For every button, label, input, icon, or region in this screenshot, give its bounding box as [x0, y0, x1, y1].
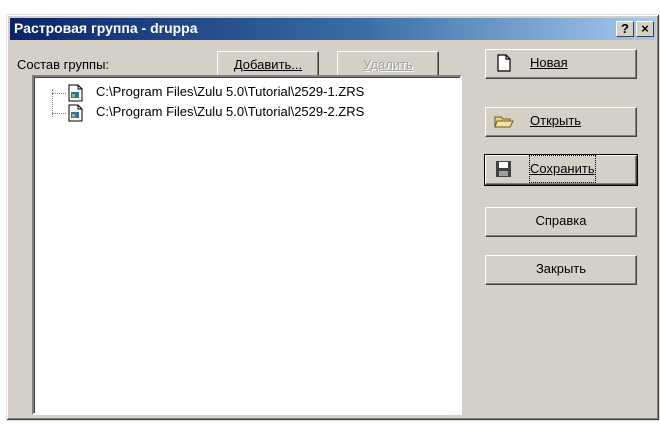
help-button[interactable]: ? [616, 21, 634, 37]
tree-branch [52, 113, 66, 114]
save-button[interactable]: Сохранить [484, 154, 638, 186]
remove-button-label: Удалить [363, 57, 413, 72]
new-document-icon [497, 54, 511, 72]
window-title: Растровая группа - druppa [14, 20, 198, 36]
close-button[interactable]: Закрыть [485, 255, 637, 285]
new-button-label: Новая [530, 55, 568, 70]
file-path: C:\Program Files\Zulu 5.0\Tutorial\2529-… [96, 84, 365, 99]
save-button-label: Сохранить [529, 155, 596, 183]
new-button[interactable]: Новая [485, 49, 637, 79]
close-window-button[interactable]: × [636, 21, 654, 37]
close-button-label: Закрыть [535, 261, 587, 276]
open-button-label: Открыть [530, 113, 582, 128]
raster-file-icon [68, 104, 83, 122]
raster-file-icon [68, 84, 83, 102]
add-button-label: Добавить... [233, 57, 303, 72]
list-item[interactable]: C:\Program Files\Zulu 5.0\Tutorial\2529-… [52, 103, 452, 123]
group-composition-label: Состав группы: [17, 57, 110, 72]
title-bar: Растровая группа - druppa ? × [10, 18, 656, 40]
group-file-list[interactable]: C:\Program Files\Zulu 5.0\Tutorial\2529-… [32, 75, 462, 415]
tree-branch [52, 93, 66, 94]
floppy-disk-icon [496, 161, 511, 177]
help-button-label: Справка [535, 213, 587, 228]
open-button[interactable]: Открыть [485, 107, 637, 137]
list-item[interactable]: C:\Program Files\Zulu 5.0\Tutorial\2529-… [52, 83, 452, 103]
help-dialog-button[interactable]: Справка [485, 207, 637, 237]
open-folder-icon [494, 116, 514, 128]
raster-group-dialog: Растровая группа - druppa ? × Состав гру… [6, 14, 660, 421]
file-path: C:\Program Files\Zulu 5.0\Tutorial\2529-… [96, 104, 365, 119]
